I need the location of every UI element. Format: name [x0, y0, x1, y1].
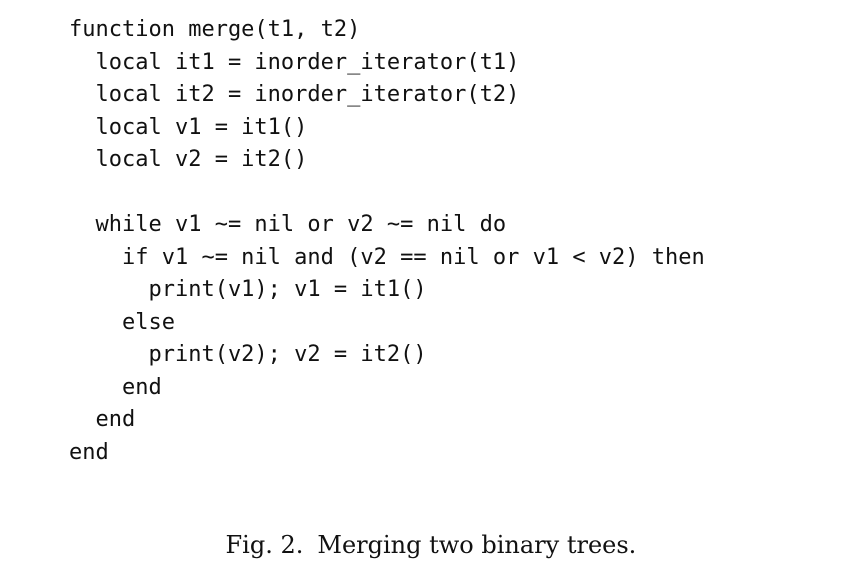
- code-line: local v1 = it1(): [69, 114, 308, 140]
- code-line: if v1 ~= nil and (v2 == nil or v1 < v2) …: [69, 244, 705, 270]
- code-listing: function merge(t1, t2) local it1 = inord…: [69, 14, 705, 469]
- code-line: end: [69, 407, 136, 432]
- code-line: local it2 = inorder_iterator(t2): [69, 82, 520, 107]
- figure-caption-text: Merging two binary trees.: [317, 531, 637, 559]
- code-line: else: [69, 309, 175, 335]
- code-line: local v2 = it2(): [69, 147, 308, 172]
- code-line: while v1 ~= nil or v2 ~= nil do: [69, 212, 507, 237]
- code-line: end: [69, 374, 162, 400]
- code-line: end: [69, 439, 109, 465]
- code-line: print(v1); v1 = it1(): [69, 277, 427, 302]
- figure-label: Fig. 2.: [225, 531, 304, 559]
- figure: function merge(t1, t2) local it1 = inord…: [0, 0, 847, 559]
- code-line: function merge(t1, t2): [69, 17, 361, 42]
- code-line: print(v2); v2 = it2(): [69, 342, 427, 367]
- figure-caption: Fig. 2. Merging two binary trees.: [195, 503, 637, 587]
- code-line: local it1 = inorder_iterator(t1): [69, 49, 520, 75]
